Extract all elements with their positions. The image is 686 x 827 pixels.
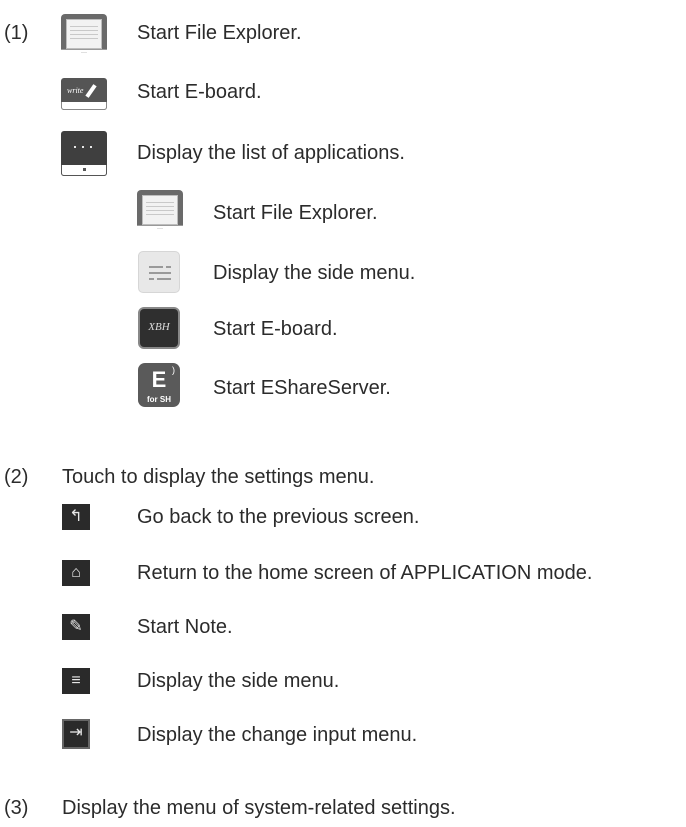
write-icon: write bbox=[61, 78, 107, 110]
item-text: Start Note. bbox=[137, 616, 233, 638]
item-text: Go back to the previous screen. bbox=[137, 506, 420, 528]
section-heading: Touch to display the settings menu. bbox=[62, 466, 375, 488]
side-menu-icon bbox=[138, 251, 180, 293]
section-heading: Display the menu of system-related setti… bbox=[62, 797, 456, 819]
file-explorer-icon: ··· bbox=[137, 190, 183, 234]
sub-item-text: Start File Explorer. bbox=[213, 202, 378, 224]
item-text: Start E-board. bbox=[137, 81, 262, 103]
eboard-icon: XBH bbox=[138, 307, 180, 349]
section-number: (2) bbox=[4, 466, 29, 488]
item-text: Start File Explorer. bbox=[137, 22, 302, 44]
sub-item-text: Start EShareServer. bbox=[213, 377, 391, 399]
file-explorer-icon: ··· bbox=[61, 14, 107, 58]
side-menu-icon: ≡ bbox=[62, 668, 90, 694]
sub-item-text: Display the side menu. bbox=[213, 262, 416, 284]
item-text: Return to the home screen of APPLICATION… bbox=[137, 562, 593, 584]
item-text: Display the side menu. bbox=[137, 670, 340, 692]
note-icon: ✎ bbox=[62, 614, 90, 640]
eshare-icon: ) E for SH bbox=[138, 363, 180, 407]
section-number: (3) bbox=[4, 797, 29, 819]
sub-item-text: Start E-board. bbox=[213, 318, 338, 340]
more-apps-icon: ··· bbox=[61, 131, 107, 176]
back-icon: ↰ bbox=[62, 504, 90, 530]
input-icon: ⇥ bbox=[62, 719, 90, 749]
section-number: (1) bbox=[4, 22, 29, 44]
home-icon: ⌂ bbox=[62, 560, 90, 586]
item-text: Display the change input menu. bbox=[137, 724, 418, 746]
item-text: Display the list of applications. bbox=[137, 142, 405, 164]
